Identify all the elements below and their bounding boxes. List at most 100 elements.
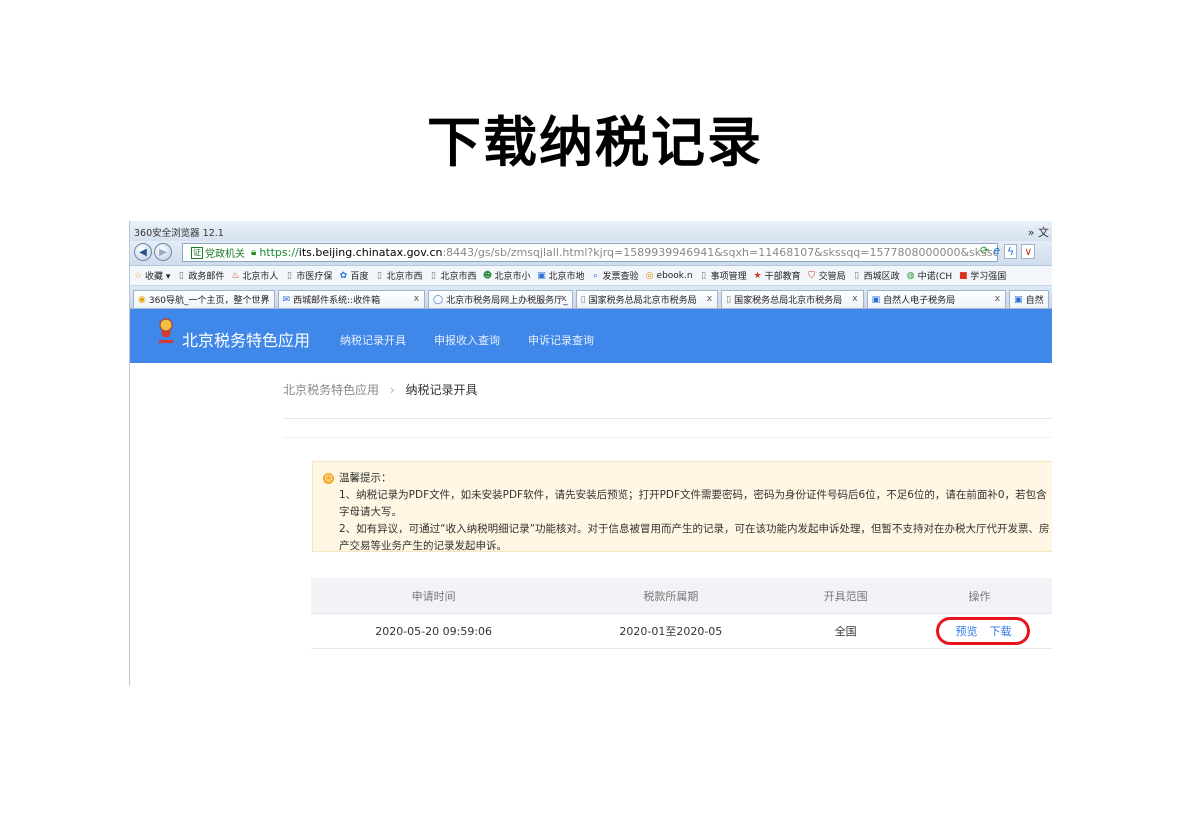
tab-label: 国家税务总局北京市税务局 xyxy=(588,296,697,306)
study-icon: ■ xyxy=(958,270,968,281)
bookmark-item[interactable]: ◍ 中诺(CH xyxy=(906,269,953,283)
bookmark-item[interactable]: ♨ 北京市人 xyxy=(230,269,278,283)
tab-favicon-icon: ✉ xyxy=(282,294,291,305)
gov-label: 党政机关 xyxy=(205,249,245,260)
tax-emblem-icon xyxy=(159,318,173,343)
tab-label: 西城邮件系统::收件箱 xyxy=(293,296,381,306)
bookmark-item[interactable]: ▯ 事项管理 xyxy=(699,269,747,283)
browser-tab[interactable]: ▯ 国家税务总局北京市税务局 x xyxy=(721,290,864,308)
browser-tab[interactable]: ◉ 360导航_一个主页，整个世界 x xyxy=(133,290,275,308)
tab-label: 自然人电子税务局 xyxy=(883,296,956,306)
page-icon: ▯ xyxy=(376,270,382,281)
ebook-icon: ◎ xyxy=(645,270,654,281)
bookmark-label: 北京市地 xyxy=(548,272,585,282)
nav-item-income[interactable]: 申报收入查询 xyxy=(434,332,500,348)
forward-button[interactable]: ▶ xyxy=(154,243,172,261)
app-nav: 纳税记录开具 申报收入查询 申诉记录查询 xyxy=(340,332,594,348)
globe-icon: ◍ xyxy=(906,270,915,281)
chevron-down-icon[interactable]: ∨ xyxy=(1021,244,1036,259)
breadcrumb-current: 纳税记录开具 xyxy=(405,383,478,397)
close-tab-icon[interactable]: x xyxy=(561,294,566,304)
bookmark-label: 百度 xyxy=(350,272,369,282)
bookmark-item[interactable]: ▯ 政务邮件 xyxy=(176,269,225,283)
browser-screenshot: 360安全浏览器 12.1 » 文 ◀ ▶ 证 党政机关 🔒︎ https://… xyxy=(129,221,1052,686)
bookmark-item[interactable]: ▯ 西城区政 xyxy=(852,269,900,283)
col-header-actions: 操作 xyxy=(905,578,1052,614)
tip-box: ☺ 温馨提示： 1、纳税记录为PDF文件，如未安装PDF软件，请先安装后预览；打… xyxy=(312,461,1052,552)
breadcrumb-root[interactable]: 北京税务特色应用 xyxy=(283,383,379,397)
bookmark-label: 学习强国 xyxy=(970,272,1007,282)
tab-favicon-icon: ◯ xyxy=(433,294,444,305)
page-icon: ▯ xyxy=(286,270,292,281)
refresh-icon[interactable]: ⟳ xyxy=(980,244,989,259)
nav-item-records[interactable]: 纳税记录开具 xyxy=(340,332,406,348)
cell-time: 2020-05-20 09:59:06 xyxy=(311,613,557,649)
page-icon: ▯ xyxy=(430,270,436,281)
back-button[interactable]: ◀ xyxy=(134,243,152,261)
browser-tab[interactable]: ▣ 自然人电子税务局 x xyxy=(866,290,1007,308)
close-tab-icon[interactable]: x xyxy=(414,294,419,304)
close-tab-icon[interactable]: x xyxy=(995,294,1000,304)
smile-icon: ☺ xyxy=(323,473,334,484)
bookmark-item[interactable]: ▯ 北京市西 xyxy=(428,269,477,283)
bookmark-label: 收藏 ▾ xyxy=(145,272,171,282)
browser-tab[interactable]: ◯ 北京市税务局网上办税服务厅_ x xyxy=(428,290,573,308)
bookmark-item[interactable]: ✿ 百度 xyxy=(338,269,369,283)
records-panel: ☺ 温馨提示： 1、纳税记录为PDF文件，如未安装PDF软件，请先安装后预览；打… xyxy=(283,437,1052,678)
tab-favicon-icon: ▯ xyxy=(726,294,732,305)
table-row: 2020-05-20 09:59:06 2020-01至2020-05 全国 预… xyxy=(311,613,1052,649)
bookmark-item[interactable]: ◎ ebook.n xyxy=(645,271,693,281)
star-icon: ☆ xyxy=(133,270,143,281)
bookmark-item[interactable]: ▯ 市医疗保 xyxy=(284,269,333,283)
col-header-time: 申请时间 xyxy=(311,578,557,614)
bookmark-item[interactable]: ▣ 北京市地 xyxy=(537,269,585,283)
cell-period: 2020-01至2020-05 xyxy=(556,613,786,649)
bookmark-label: ebook.n xyxy=(656,270,693,281)
tip-line-2: 2、如有异议，可通过“收入纳税明细记录”功能核对。对于信息被冒用而产生的记录，可… xyxy=(339,523,1050,552)
shield-icon: ⛉ xyxy=(808,270,815,281)
browser-tab[interactable]: ▣ 自然 xyxy=(1009,290,1049,308)
records-table: 申请时间 税款所属期 开具范围 操作 2020-05-20 09:59:06 2… xyxy=(311,578,1052,649)
paw-icon: ✿ xyxy=(339,270,348,281)
tab-favicon-icon: ▣ xyxy=(871,294,881,305)
preview-link[interactable]: 预览 xyxy=(955,623,977,639)
more-tools-button[interactable]: » 文 xyxy=(1028,224,1049,240)
slide-title: 下载纳税记录 xyxy=(427,111,763,174)
app-brand: 北京税务特色应用 xyxy=(182,331,311,350)
tab-label: 自然 xyxy=(1025,296,1044,306)
bookmark-item[interactable]: ☻ 北京市小 xyxy=(482,269,531,283)
bookmark-label: 中诺(CH xyxy=(917,272,953,282)
browser-tab[interactable]: ✉ 西城邮件系统::收件箱 x xyxy=(277,290,426,308)
bookmark-item[interactable]: ★ 干部教育 xyxy=(753,269,801,283)
tab-favicon-icon: ◉ xyxy=(138,294,146,305)
close-tab-icon[interactable]: x xyxy=(852,294,857,304)
page-icon: ▯ xyxy=(178,270,184,281)
tip-title: 温馨提示： xyxy=(339,472,392,484)
tax-icon: ▣ xyxy=(537,270,546,281)
tip-line-1: 1、纳税记录为PDF文件，如未安装PDF软件，请先安装后预览；打开PDF文件需要… xyxy=(339,489,1047,518)
url-input[interactable]: 证 党政机关 🔒︎ https:// its.beijing.chinatax.… xyxy=(182,243,998,262)
speed-mode-icon[interactable]: ϟ xyxy=(1004,244,1018,259)
nav-item-appeals[interactable]: 申诉记录查询 xyxy=(528,332,594,348)
page-icon: ▯ xyxy=(701,270,707,281)
search-icon: ⌕ xyxy=(592,270,599,281)
close-tab-icon[interactable]: x xyxy=(707,294,712,304)
bookmark-item[interactable]: ☆ 收藏 ▾ xyxy=(133,269,171,283)
browser-app-title: 360安全浏览器 12.1 xyxy=(134,228,224,239)
tab-label: 360导航_一个主页，整个世界 xyxy=(148,296,270,306)
browser-tab[interactable]: ▯ 国家税务总局北京市税务局 x xyxy=(575,290,719,308)
address-bar: ◀ ▶ 证 党政机关 🔒︎ https:// its.beijing.china… xyxy=(130,241,1052,266)
url-path: :8443/gs/sb/zmsqjlall.html?kjrq=15899399… xyxy=(442,246,997,259)
main-content: 北京税务特色应用 › 纳税记录开具 ☺ 温馨提示： 1、纳税记录为PDF文件，如… xyxy=(130,363,1052,678)
close-tab-icon[interactable]: x xyxy=(263,294,268,304)
bookmark-item[interactable]: ⛉ 交管局 xyxy=(807,269,845,283)
bookmark-item[interactable]: ■ 学习强国 xyxy=(958,269,1007,283)
breadcrumb: 北京税务特色应用 › 纳税记录开具 xyxy=(283,381,478,398)
ie-mode-icon[interactable]: e xyxy=(993,244,1000,259)
bookmark-item[interactable]: ⌕ 发票查验 xyxy=(591,269,639,283)
fire-icon: ♨ xyxy=(231,270,240,281)
bookmark-item[interactable]: ▯ 北京市西 xyxy=(374,269,423,283)
bookmark-label: 发票查验 xyxy=(602,272,639,282)
download-link[interactable]: 下载 xyxy=(989,623,1011,639)
arrow-right-icon: ▶ xyxy=(159,246,167,258)
